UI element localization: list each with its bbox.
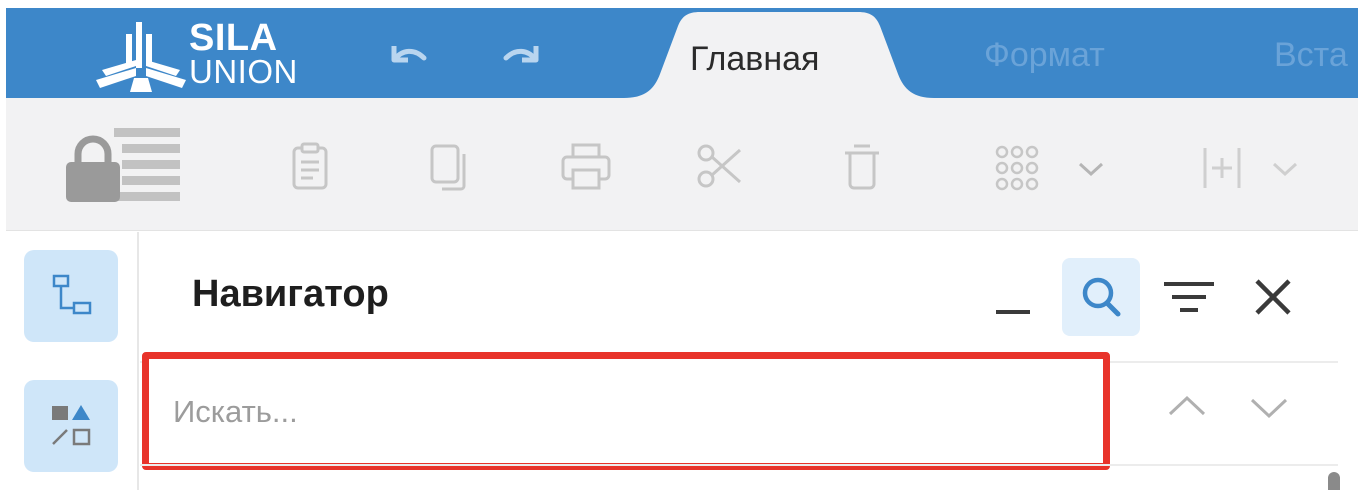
navigator-panel-button[interactable] bbox=[24, 250, 118, 342]
chevron-down-icon bbox=[1250, 398, 1288, 419]
insert-field-dropdown-button[interactable] bbox=[1202, 144, 1312, 192]
tab-format[interactable]: Формат bbox=[984, 32, 1105, 78]
search-separator bbox=[140, 464, 1338, 466]
filter-icon bbox=[1164, 282, 1214, 312]
tab-home[interactable]: Главная bbox=[690, 36, 819, 82]
previous-result-button[interactable] bbox=[1162, 382, 1212, 432]
shapes-panel-button[interactable] bbox=[24, 380, 118, 472]
scrollbar-thumb[interactable] bbox=[1328, 472, 1340, 490]
print-icon bbox=[561, 143, 611, 190]
next-result-button[interactable] bbox=[1244, 382, 1294, 432]
print-button[interactable] bbox=[560, 142, 612, 192]
logo-text-union: UNION bbox=[189, 53, 298, 90]
title-bar: SILA UNION Главная Формат Вста bbox=[6, 8, 1358, 98]
copy-button[interactable] bbox=[428, 142, 472, 192]
search-input[interactable] bbox=[171, 381, 1075, 443]
minimize-button[interactable] bbox=[978, 258, 1056, 336]
panel-divider bbox=[137, 232, 139, 490]
insert-field-icon bbox=[1203, 148, 1298, 188]
search-toggle-button[interactable] bbox=[1062, 258, 1140, 336]
grid-dots-icon bbox=[995, 145, 1104, 191]
app-logo: SILA UNION bbox=[96, 16, 316, 92]
paste-button[interactable] bbox=[288, 142, 332, 192]
undo-button[interactable] bbox=[380, 32, 434, 78]
filter-button[interactable] bbox=[1150, 258, 1228, 336]
cut-icon bbox=[697, 144, 741, 188]
cut-button[interactable] bbox=[696, 142, 744, 192]
redo-arrow-icon bbox=[503, 46, 539, 63]
tab-insert[interactable]: Вста bbox=[1274, 32, 1348, 78]
panel-title: Навигатор bbox=[192, 273, 389, 315]
close-icon bbox=[1255, 279, 1291, 315]
redo-button[interactable] bbox=[496, 32, 550, 78]
chevron-up-icon bbox=[1168, 395, 1206, 416]
copy-icon bbox=[430, 144, 466, 191]
ribbon-toolbar bbox=[6, 98, 1358, 231]
delete-button[interactable] bbox=[842, 142, 882, 192]
logo-text-sila: SILA bbox=[189, 17, 278, 59]
close-button[interactable] bbox=[1234, 258, 1312, 336]
shapes-icon bbox=[52, 405, 91, 446]
minimize-icon bbox=[996, 310, 1030, 314]
search-icon bbox=[1082, 277, 1121, 317]
undo-arrow-icon bbox=[391, 46, 427, 63]
lock-list-button[interactable] bbox=[64, 124, 184, 206]
delete-icon bbox=[845, 144, 879, 190]
grid-dropdown-button[interactable] bbox=[994, 144, 1114, 192]
lock-list-icon bbox=[66, 128, 180, 202]
logo-mark-icon bbox=[96, 22, 186, 92]
tree-structure-icon bbox=[52, 274, 92, 315]
paste-icon bbox=[292, 142, 328, 190]
search-box bbox=[142, 352, 1110, 470]
